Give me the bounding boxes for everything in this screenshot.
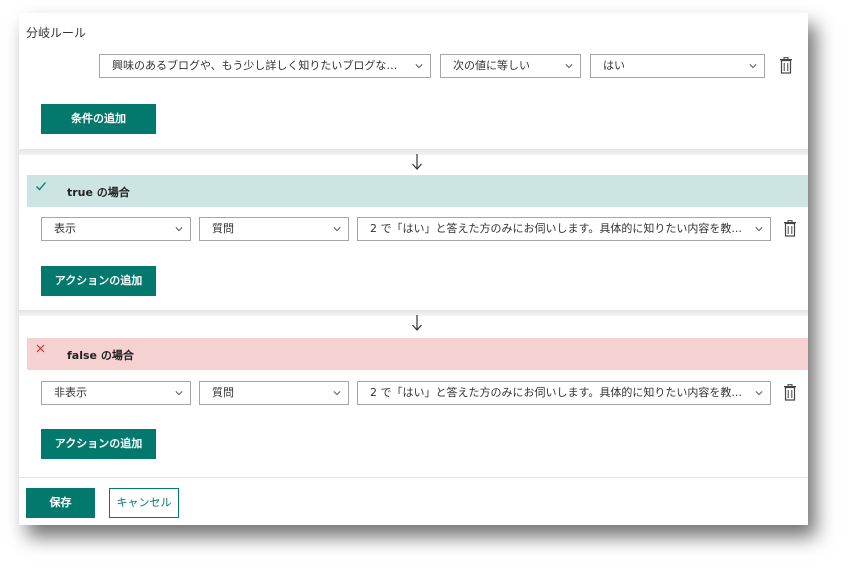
condition-value-dropdown[interactable]: はい: [590, 54, 765, 78]
true-action-dropdown[interactable]: 表示: [41, 217, 191, 241]
false-action-dropdown[interactable]: 非表示: [41, 381, 191, 405]
chevron-down-icon: [755, 391, 763, 396]
true-branch-label: true の場合: [67, 186, 130, 199]
true-branch-header: true の場合: [27, 175, 808, 207]
true-add-action-button[interactable]: アクションの追加: [41, 266, 156, 296]
condition-question-value: 興味のあるブログや、もう少し詳しく知りたいブログなど...: [112, 59, 408, 72]
arrow-down-icon: [412, 154, 422, 170]
cancel-button[interactable]: キャンセル: [109, 488, 179, 518]
condition-value-value: はい: [603, 59, 625, 72]
true-target-type-value: 質問: [212, 222, 234, 235]
delete-true-action-trash-icon[interactable]: [783, 220, 797, 237]
chevron-down-icon: [175, 227, 183, 232]
false-target-dropdown[interactable]: 2 で「はい」と答えた方のみにお伺いします。具体的に知りたい内容を教...: [357, 381, 771, 405]
condition-operator-dropdown[interactable]: 次の値に等しい: [440, 54, 581, 78]
chevron-down-icon: [749, 64, 757, 69]
branching-rules-panel: 分岐ルール 興味のあるブログや、もう少し詳しく知りたいブログなど... 次の値に…: [19, 13, 808, 525]
false-action-value: 非表示: [54, 386, 87, 399]
true-target-type-dropdown[interactable]: 質問: [199, 217, 349, 241]
add-condition-button[interactable]: 条件の追加: [41, 104, 156, 134]
true-action-value: 表示: [54, 222, 76, 235]
chevron-down-icon: [565, 64, 573, 69]
footer-divider: [19, 477, 808, 478]
false-target-type-value: 質問: [212, 386, 234, 399]
false-add-action-button[interactable]: アクションの追加: [41, 429, 156, 459]
true-target-value: 2 で「はい」と答えた方のみにお伺いします。具体的に知りたい内容を教...: [370, 222, 742, 235]
false-target-value: 2 で「はい」と答えた方のみにお伺いします。具体的に知りたい内容を教...: [370, 386, 742, 399]
close-icon: [36, 344, 45, 353]
chevron-down-icon: [333, 227, 341, 232]
condition-question-dropdown[interactable]: 興味のあるブログや、もう少し詳しく知りたいブログなど...: [99, 54, 431, 78]
false-branch-header: false の場合: [27, 338, 808, 370]
chevron-down-icon: [415, 64, 423, 69]
arrow-down-icon: [412, 315, 422, 331]
save-button[interactable]: 保存: [26, 488, 95, 518]
delete-condition-trash-icon[interactable]: [779, 57, 793, 74]
condition-operator-value: 次の値に等しい: [453, 59, 530, 72]
false-branch-label: false の場合: [67, 349, 134, 362]
true-target-dropdown[interactable]: 2 で「はい」と答えた方のみにお伺いします。具体的に知りたい内容を教...: [357, 217, 771, 241]
chevron-down-icon: [333, 391, 341, 396]
checkmark-icon: [36, 182, 46, 191]
chevron-down-icon: [755, 227, 763, 232]
chevron-down-icon: [175, 391, 183, 396]
false-target-type-dropdown[interactable]: 質問: [199, 381, 349, 405]
section-title: 分岐ルール: [26, 26, 87, 40]
delete-false-action-trash-icon[interactable]: [783, 384, 797, 401]
